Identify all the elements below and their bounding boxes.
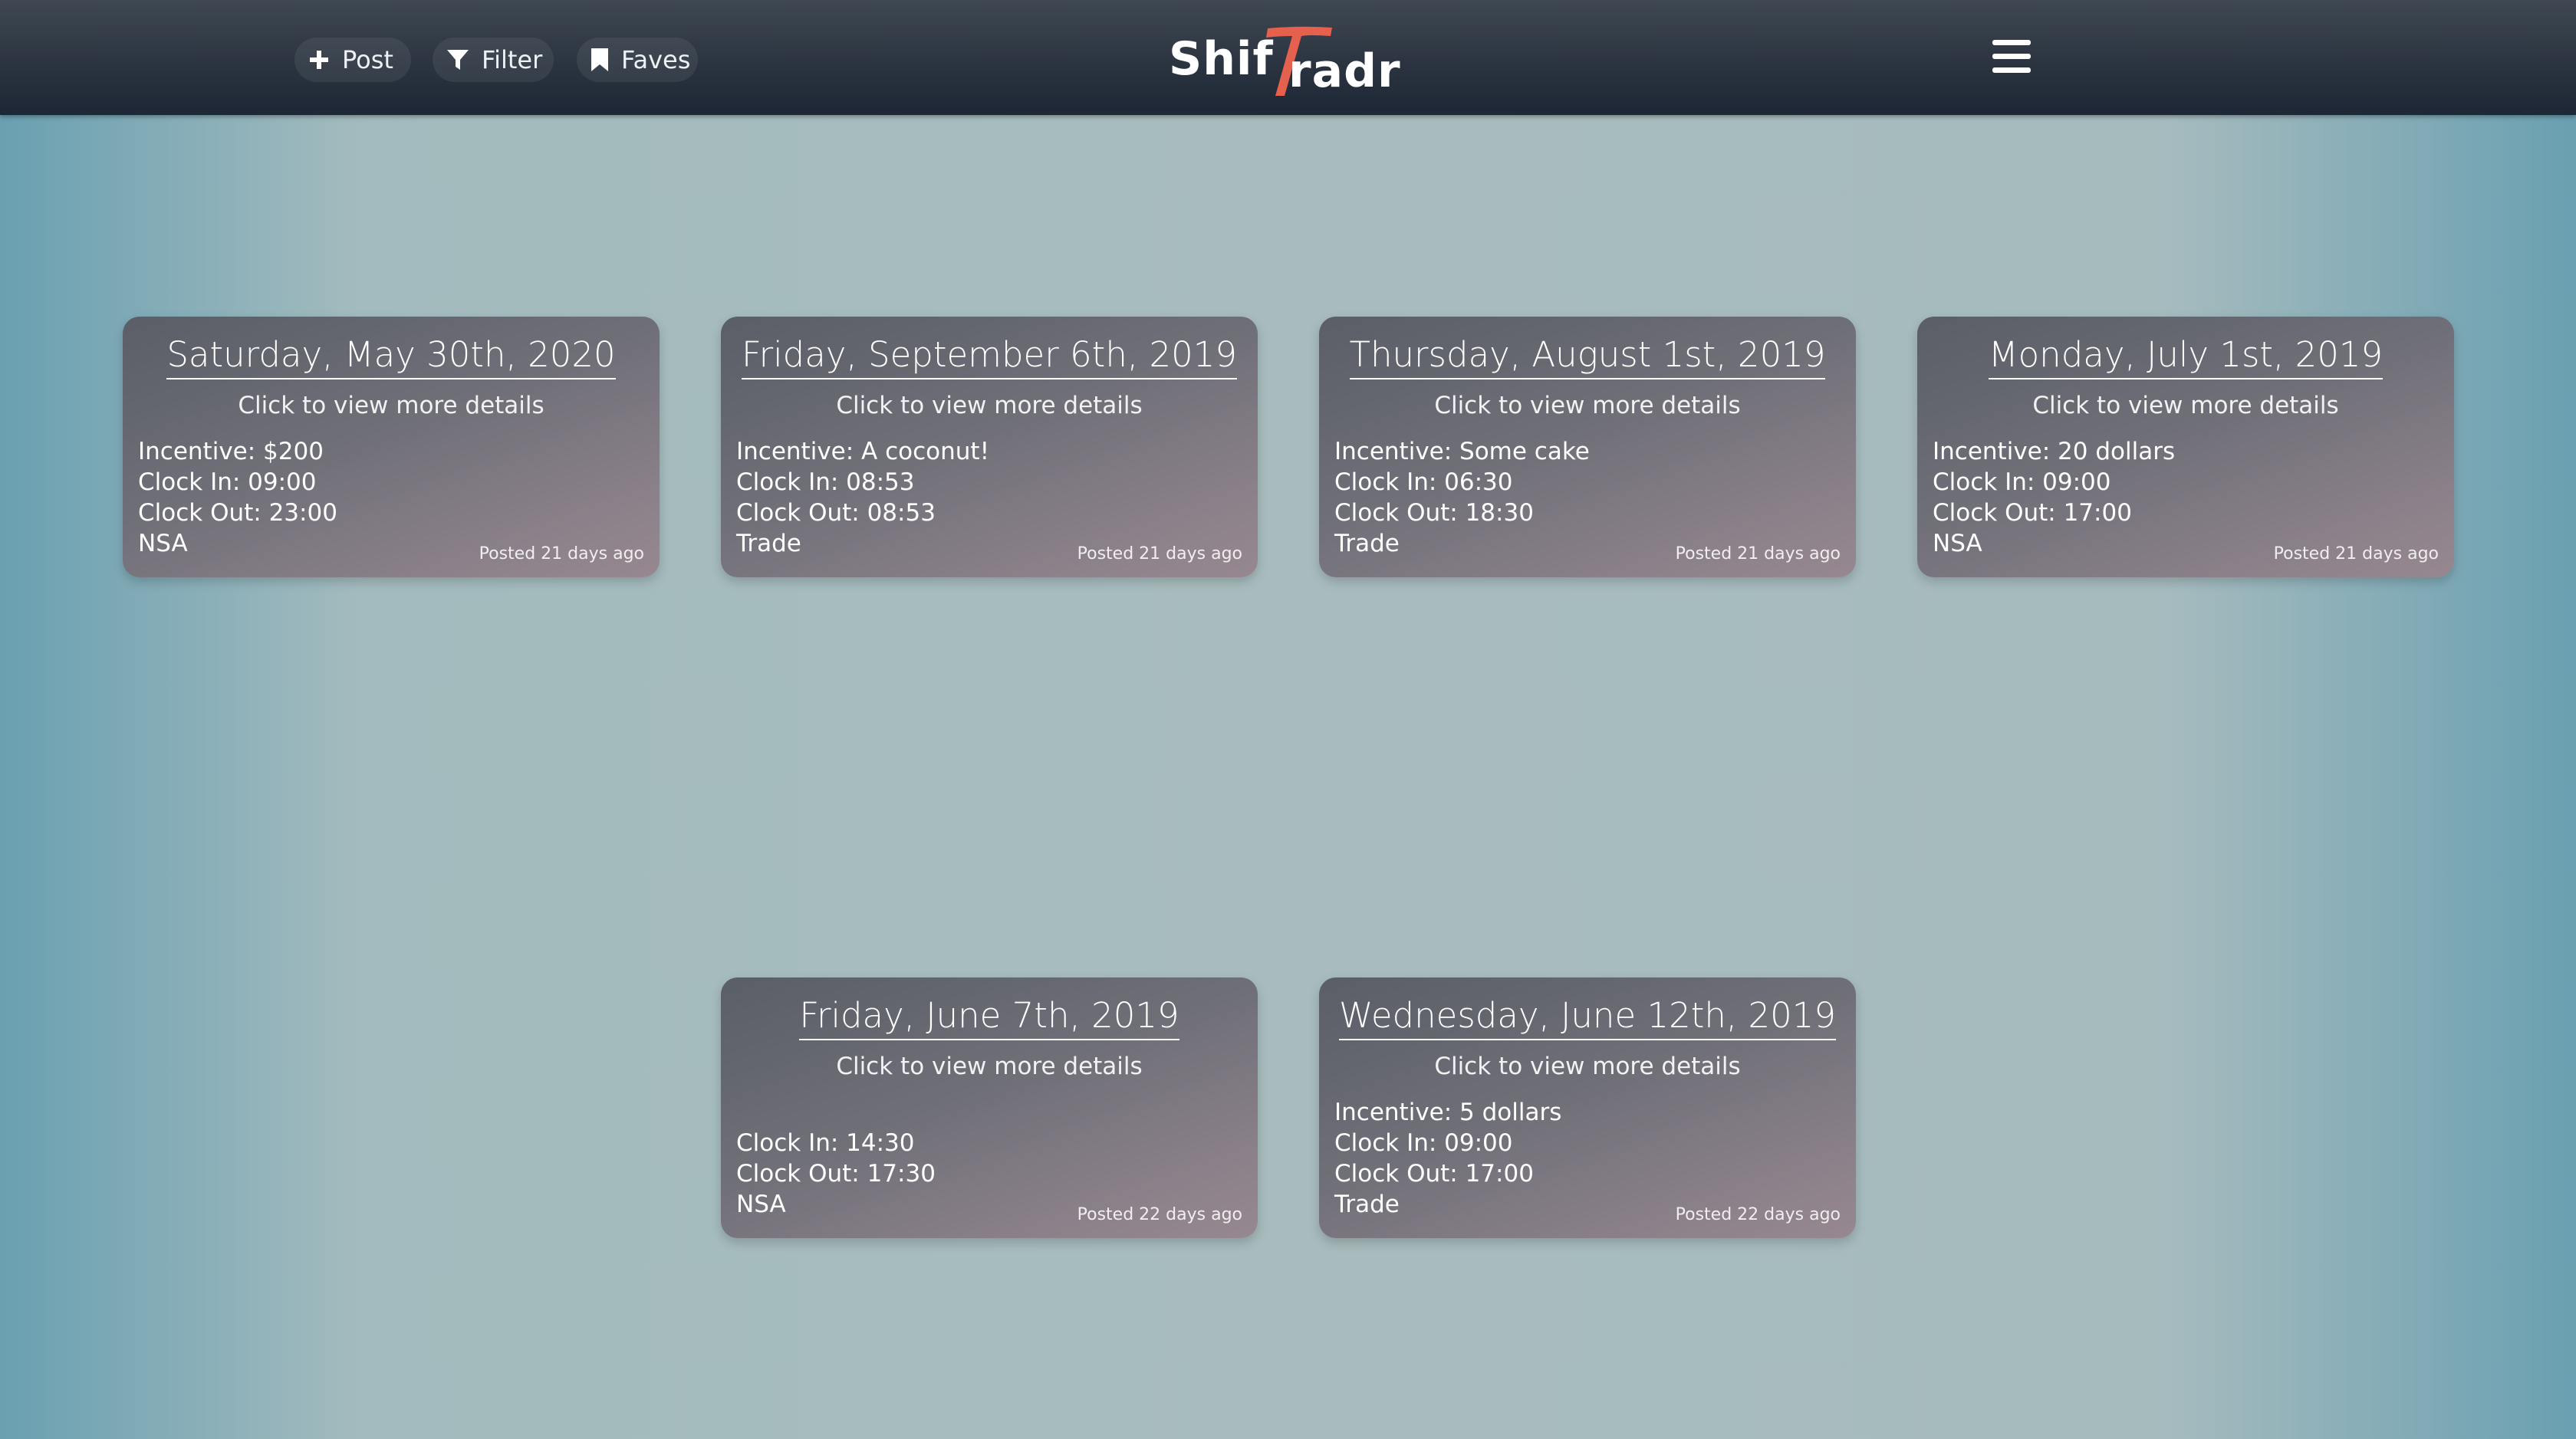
faves-button[interactable]: Faves — [577, 38, 698, 82]
filter-icon — [446, 48, 469, 71]
shift-card[interactable]: Wednesday, June 12th, 2019 Click to view… — [1319, 977, 1856, 1238]
incentive-text: Incentive: Some cake — [1334, 438, 1590, 465]
posted-time: Posted 22 days ago — [1675, 1205, 1841, 1224]
shift-card[interactable]: Friday, June 7th, 2019 Click to view mor… — [721, 977, 1258, 1238]
posted-time: Posted 21 days ago — [1077, 544, 1242, 563]
posted-time: Posted 21 days ago — [2273, 544, 2439, 563]
incentive-text: Incentive: A coconut! — [736, 438, 989, 465]
details-hint: Click to view more details — [836, 1053, 1143, 1080]
posted-time: Posted 21 days ago — [479, 544, 644, 563]
shift-type: NSA — [736, 1191, 786, 1218]
details-hint: Click to view more details — [1434, 392, 1741, 419]
posted-time: Posted 22 days ago — [1077, 1205, 1242, 1224]
clock-in-text: Clock In: 08:53 — [736, 468, 915, 496]
post-button[interactable]: Post — [294, 38, 411, 82]
shift-type: NSA — [138, 530, 188, 557]
clock-in-text: Clock In: 09:00 — [1334, 1129, 1513, 1157]
shift-date: Saturday, May 30th, 2020 — [123, 333, 660, 379]
details-hint: Click to view more details — [238, 392, 544, 419]
clock-out-text: Clock Out: 17:00 — [1334, 1160, 1534, 1188]
incentive-text: Incentive: 20 dollars — [1933, 438, 2176, 465]
incentive-text: Incentive: $200 — [138, 438, 324, 465]
shift-type: Trade — [1334, 530, 1400, 557]
details-hint: Click to view more details — [2032, 392, 2339, 419]
shift-type: Trade — [1334, 1191, 1400, 1218]
bookmark-icon — [591, 48, 609, 72]
clock-in-text: Clock In: 14:30 — [736, 1129, 915, 1157]
incentive-text: Incentive: 5 dollars — [1334, 1099, 1562, 1126]
post-label: Post — [342, 45, 393, 74]
top-navbar: Post Filter Faves Shif radr — [0, 0, 2576, 115]
menu-icon[interactable] — [1992, 40, 2031, 74]
shift-date: Wednesday, June 12th, 2019 — [1319, 994, 1856, 1040]
clock-out-text: Clock Out: 23:00 — [138, 499, 337, 527]
filter-label: Filter — [482, 45, 543, 74]
shift-type: NSA — [1933, 530, 1982, 557]
posted-time: Posted 21 days ago — [1675, 544, 1841, 563]
shift-date: Monday, July 1st, 2019 — [1917, 333, 2454, 379]
clock-out-text: Clock Out: 08:53 — [736, 499, 936, 527]
logo-text-end: radr — [1288, 44, 1401, 98]
clock-out-text: Clock Out: 18:30 — [1334, 499, 1534, 527]
details-hint: Click to view more details — [1434, 1053, 1741, 1080]
details-hint: Click to view more details — [836, 392, 1143, 419]
shift-card[interactable]: Thursday, August 1st, 2019 Click to view… — [1319, 317, 1856, 577]
shift-card[interactable]: Monday, July 1st, 2019 Click to view mor… — [1917, 317, 2454, 577]
plus-icon — [308, 49, 330, 71]
clock-in-text: Clock In: 09:00 — [1933, 468, 2111, 496]
shiftradr-logo[interactable]: Shif radr — [1166, 21, 1400, 98]
shift-date: Friday, September 6th, 2019 — [721, 333, 1258, 379]
clock-out-text: Clock Out: 17:30 — [736, 1160, 936, 1188]
clock-in-text: Clock In: 09:00 — [138, 468, 317, 496]
shift-date: Friday, June 7th, 2019 — [721, 994, 1258, 1040]
faves-label: Faves — [621, 45, 691, 74]
clock-in-text: Clock In: 06:30 — [1334, 468, 1513, 496]
logo-text-start: Shif — [1169, 32, 1274, 86]
shift-card[interactable]: Friday, September 6th, 2019 Click to vie… — [721, 317, 1258, 577]
clock-out-text: Clock Out: 17:00 — [1933, 499, 2132, 527]
shift-type: Trade — [736, 530, 801, 557]
shift-card[interactable]: Saturday, May 30th, 2020 Click to view m… — [123, 317, 660, 577]
filter-button[interactable]: Filter — [433, 38, 554, 82]
shift-date: Thursday, August 1st, 2019 — [1319, 333, 1856, 379]
